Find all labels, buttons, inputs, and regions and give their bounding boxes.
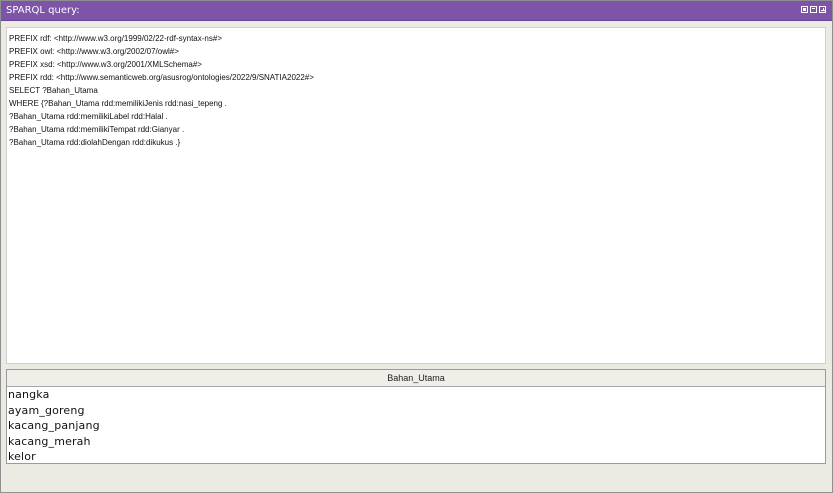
table-row[interactable]: ayam_goreng bbox=[7, 403, 825, 419]
results-column-header-label: Bahan_Utama bbox=[387, 373, 445, 383]
query-line-3: PREFIX xsd: <http://www.w3.org/2001/XMLS… bbox=[9, 60, 202, 69]
query-line-2: PREFIX owl: <http://www.w3.org/2002/07/o… bbox=[9, 47, 179, 56]
query-line-8: ?Bahan_Utama rdd:memilikiTempat rdd:Gian… bbox=[9, 125, 185, 134]
window-titlebar[interactable]: SPARQL query: bbox=[1, 1, 832, 21]
restore-icon[interactable] bbox=[801, 6, 808, 13]
query-line-7: ?Bahan_Utama rdd:memilikiLabel rdd:Halal… bbox=[9, 112, 168, 121]
sparql-query-editor[interactable]: PREFIX rdf: <http://www.w3.org/1999/02/2… bbox=[6, 27, 826, 364]
window-title: SPARQL query: bbox=[6, 5, 80, 16]
close-icon[interactable] bbox=[819, 6, 826, 13]
results-body: nangka ayam_goreng kacang_panjang kacang… bbox=[7, 387, 825, 463]
query-line-5: SELECT ?Bahan_Utama bbox=[9, 86, 98, 95]
window-controls bbox=[801, 6, 826, 13]
maximize-icon[interactable] bbox=[810, 6, 817, 13]
bottom-panel-area bbox=[6, 464, 826, 492]
table-row[interactable]: kelor bbox=[7, 449, 825, 465]
table-row[interactable]: kacang_panjang bbox=[7, 418, 825, 434]
sparql-query-window: SPARQL query: PREFIX rdf: <http://www.w3… bbox=[0, 0, 833, 493]
query-line-6: WHERE {?Bahan_Utama rdd:memilikiJenis rd… bbox=[9, 99, 227, 108]
table-row[interactable]: kacang_merah bbox=[7, 434, 825, 450]
query-line-1: PREFIX rdf: <http://www.w3.org/1999/02/2… bbox=[9, 34, 222, 43]
query-results-table: Bahan_Utama nangka ayam_goreng kacang_pa… bbox=[6, 369, 826, 464]
query-text[interactable]: PREFIX rdf: <http://www.w3.org/1999/02/2… bbox=[9, 32, 817, 149]
query-line-9: ?Bahan_Utama rdd:diolahDengan rdd:dikuku… bbox=[9, 138, 181, 147]
table-row[interactable]: nangka bbox=[7, 387, 825, 403]
results-column-header[interactable]: Bahan_Utama bbox=[7, 370, 825, 387]
query-line-4: PREFIX rdd: <http://www.semanticweb.org/… bbox=[9, 73, 314, 82]
